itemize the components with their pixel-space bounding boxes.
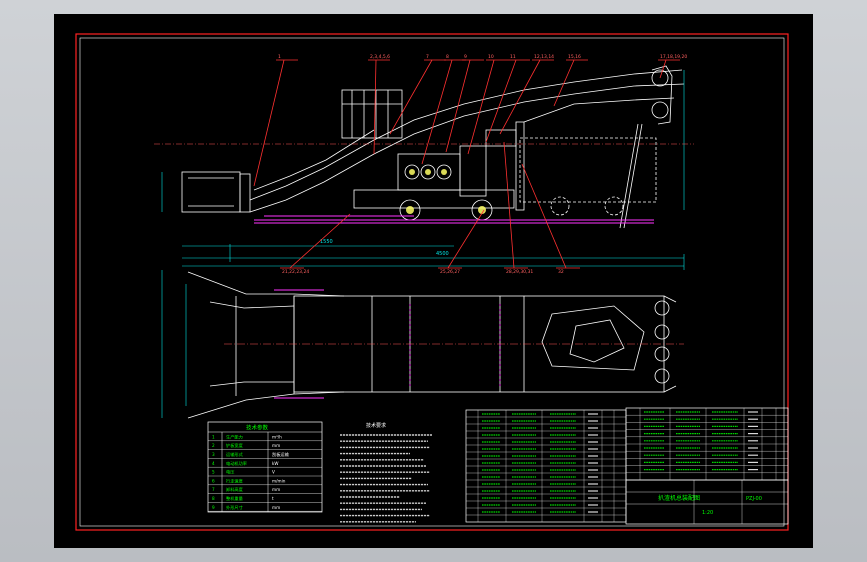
spec-cell: 5 — [212, 470, 215, 475]
main-frame — [353, 189, 515, 209]
spec-cell: m³/h — [272, 434, 282, 439]
dimension-1550: 1550 — [320, 239, 333, 245]
drawing-sheet[interactable]: 1 2,3,4,5,6 7 8 9 10 11 12,13,14 15,16 17,18,19,2… — [54, 14, 813, 548]
spec-cell: mm — [272, 505, 280, 510]
spec-cell: 刮板运输 — [272, 451, 290, 458]
spec-cell: 生产能力 — [226, 433, 243, 440]
spec-cell: 整机重量 — [226, 495, 243, 502]
spec-cell: 8 — [212, 496, 215, 501]
balloon-top-label: 1 — [278, 54, 281, 60]
mine-car — [519, 137, 657, 203]
dimension-4500: 4500 — [436, 251, 449, 257]
balloon-top-label: 9 — [464, 54, 467, 60]
leader-lines-top — [253, 59, 680, 187]
title-block-scale: 1:20 — [702, 510, 713, 516]
head-pulley-bottom — [651, 101, 669, 119]
technical-requirements: 技术要求 — [340, 422, 432, 523]
spec-table: 技术参数 1 生产能力 m³/h 2 铲板宽度 mm 3 运输形式 刮板运输 4 电动机功率 kW 5 电… — [207, 421, 323, 513]
balloon-mid-label: 21,22,23,24 — [282, 269, 309, 275]
spec-cell: 6 — [212, 478, 215, 483]
balloon-mid-label: 28,29,30,31 — [506, 269, 533, 275]
tech-requirements-title: 技术要求 — [366, 422, 386, 429]
spec-cell: 1 — [212, 434, 215, 439]
spec-cell: 铲板宽度 — [226, 442, 244, 449]
ground-hatch — [254, 215, 654, 224]
spec-table-rows: 1 生产能力 m³/h 2 铲板宽度 mm 3 运输形式 刮板运输 4 电动机功率 kW 5 电压 V 6 行走… — [208, 433, 322, 512]
plan-dimensions — [161, 270, 187, 418]
title-block-code: PZJ-00 — [746, 496, 762, 502]
part-balloons-top: 1 2,3,4,5,6 7 8 9 10 11 12,13,14 15,16 17,18,19,2… — [278, 54, 687, 60]
balloon-top-label: 7 — [426, 54, 429, 60]
spec-cell: 3 — [212, 452, 215, 457]
cad-drawing-canvas[interactable]: 1 2,3,4,5,6 7 8 9 10 11 12,13,14 15,16 17,18,19,2… — [54, 14, 813, 548]
elevation-view — [181, 65, 685, 229]
spec-table-title: 技术参数 — [246, 424, 269, 432]
spec-cell: mm — [272, 443, 280, 448]
leader-lines-mid — [280, 141, 580, 269]
spec-cell: 行走速度 — [226, 477, 244, 484]
balloon-top-label: 8 — [446, 54, 449, 60]
dimension-lines — [154, 70, 694, 270]
spec-cell: 9 — [212, 505, 215, 510]
spec-cell: t — [272, 496, 274, 501]
spec-cell: mm — [272, 487, 280, 492]
spec-cell: m/min — [272, 478, 286, 483]
spec-cell: 7 — [212, 487, 215, 492]
spec-cell: 4 — [212, 461, 215, 466]
balloon-top-label: 17,18,19,20 — [660, 54, 687, 60]
spec-cell: 卸料高度 — [226, 486, 244, 493]
balloon-top-label: 10 — [488, 54, 494, 60]
title-block-name: 扒渣机总装配图 — [658, 494, 700, 502]
balloon-top-label: 12,13,14 — [534, 54, 554, 60]
balloon-top-label: 15,16 — [568, 54, 581, 60]
balloon-mid-label: 25,26,27 — [440, 269, 460, 275]
balloon-mid-label: 32 — [558, 269, 564, 275]
inner-frame — [79, 37, 785, 527]
cad-viewport[interactable]: 1 2,3,4,5,6 7 8 9 10 11 12,13,14 15,16 17,18,19,2… — [0, 0, 867, 562]
spec-cell: 2 — [212, 443, 215, 448]
spec-cell: 外形尺寸 — [226, 504, 243, 511]
title-block: 扒渣机总装配图 PZJ-00 1:20 — [625, 479, 789, 525]
spec-cell: 运输形式 — [226, 451, 244, 458]
plan-view — [187, 271, 677, 419]
spec-cell: 电压 — [226, 469, 234, 476]
spec-cell: V — [272, 470, 275, 475]
part-balloons-mid: 21,22,23,24 25,26,27 28,29,30,31 32 — [282, 269, 564, 275]
spec-cell: 电动机功率 — [226, 460, 247, 467]
spec-cell: kW — [272, 461, 279, 466]
conveyor-boom-upper — [249, 69, 683, 201]
balloon-top-label: 2,3,4,5,6 — [370, 54, 390, 60]
parts-list — [465, 407, 789, 523]
balloon-top-label: 11 — [510, 54, 516, 60]
